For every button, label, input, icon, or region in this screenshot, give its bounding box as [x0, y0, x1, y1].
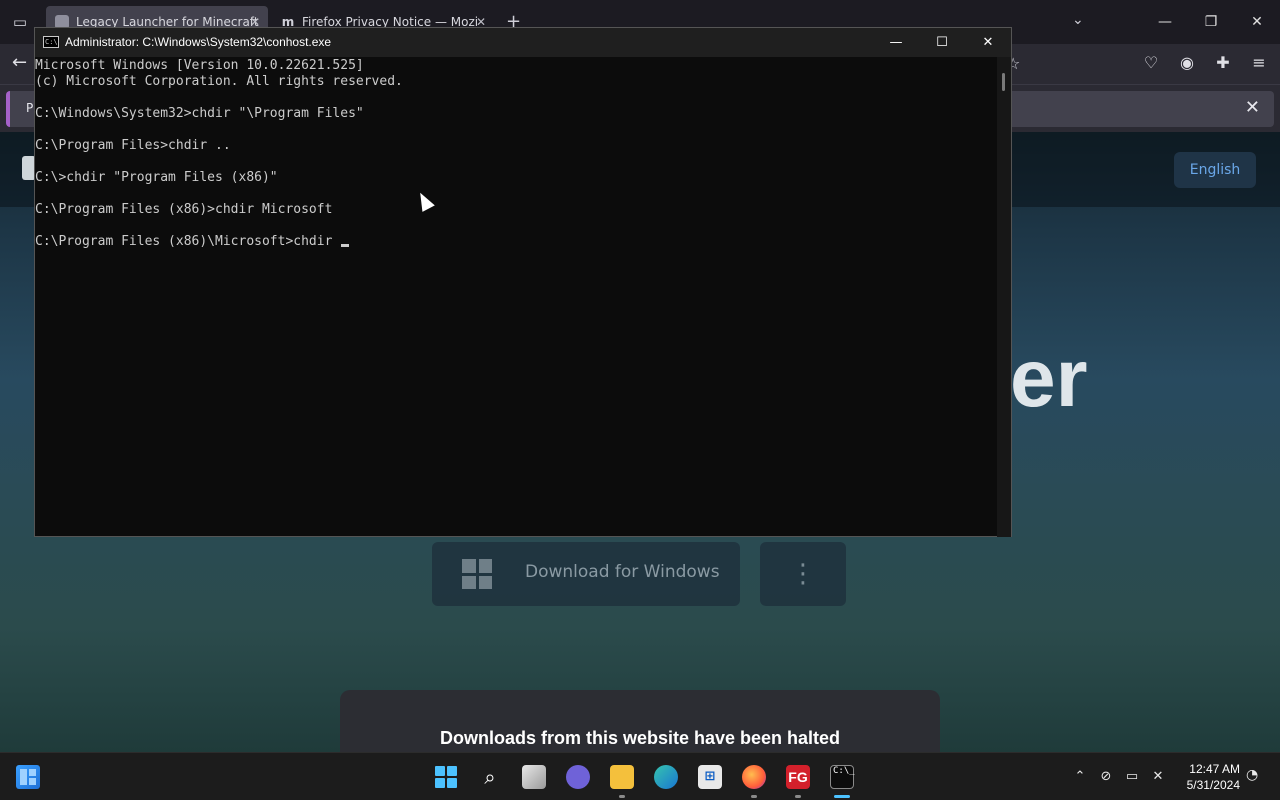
console-prompt-line[interactable]: C:\Program Files (x86)\Microsoft>chdir — [35, 234, 997, 250]
console-prompt: C:\Program Files (x86)\Microsoft>chdir — [35, 234, 341, 249]
windows-logo-icon — [462, 559, 492, 589]
store-icon: ⊞ — [698, 765, 722, 789]
console-line: C:\Program Files>chdir .. — [35, 138, 231, 153]
running-indicator — [619, 795, 625, 798]
language-button[interactable]: English — [1174, 152, 1256, 188]
console-line: C:\>chdir "Program Files (x86)" — [35, 170, 278, 185]
system-tray: ⌃ ⊘ ▭ ✕ — [1072, 767, 1166, 787]
restore-icon[interactable]: ❐ — [1188, 0, 1234, 44]
console-line: C:\Windows\System32>chdir "\Program File… — [35, 106, 364, 121]
console-output[interactable]: Microsoft Windows [Version 10.0.22621.52… — [35, 57, 997, 537]
close-icon[interactable]: ✕ — [965, 28, 1011, 57]
minimize-icon[interactable]: — — [873, 28, 919, 57]
fg-button[interactable]: FG — [776, 753, 820, 800]
display-icon[interactable]: ▭ — [1124, 767, 1140, 787]
hero-title-fragment: er — [1010, 333, 1088, 424]
console-line: C:\Program Files (x86)>chdir Microsoft — [35, 202, 333, 217]
firefox-window-controls: — ❐ ✕ — [1142, 0, 1280, 44]
running-indicator — [795, 795, 801, 798]
notification-close-icon[interactable]: ✕ — [1245, 97, 1260, 118]
file-explorer-button[interactable] — [600, 753, 644, 800]
console-app-icon[interactable]: C:\ — [43, 36, 59, 48]
clock-time: 12:47 AM — [1189, 762, 1240, 776]
windows-start-icon — [434, 765, 458, 789]
console-icon: C:\_ — [830, 765, 855, 789]
taskbar: ⌕ ⊞ FG C:\_ ⌃ ⊘ ▭ ✕ 12:47 AM 5/31/2024 ◔ — [0, 752, 1280, 800]
console-scrollbar[interactable] — [997, 57, 1011, 537]
console-window: C:\ Administrator: C:\Windows\System32\c… — [34, 27, 1012, 537]
minimize-icon[interactable]: — — [1142, 0, 1188, 44]
menu-icon[interactable]: ≡ — [1250, 54, 1268, 72]
console-title: Administrator: C:\Windows\System32\conho… — [65, 35, 332, 49]
download-windows-button[interactable]: Download for Windows — [432, 542, 740, 606]
edge-button[interactable] — [644, 753, 688, 800]
notification-bell-icon[interactable]: ◔ — [1246, 767, 1258, 783]
running-indicator — [751, 795, 757, 798]
more-options-button[interactable]: ⋮ — [760, 542, 846, 606]
edge-icon — [654, 765, 678, 789]
clock[interactable]: 12:47 AM 5/31/2024 — [1180, 761, 1240, 793]
extensions-icon[interactable]: ✚ — [1214, 54, 1232, 72]
active-indicator — [834, 795, 850, 798]
start-button[interactable] — [424, 753, 468, 800]
account-icon[interactable]: ◉ — [1178, 54, 1196, 72]
task-view-icon — [522, 765, 546, 789]
chat-button[interactable] — [556, 753, 600, 800]
back-arrow-icon[interactable]: ← — [12, 52, 27, 73]
maximize-icon[interactable]: ☐ — [919, 28, 965, 57]
console-button[interactable]: C:\_ — [820, 753, 864, 800]
console-title-bar[interactable]: C:\ Administrator: C:\Windows\System32\c… — [35, 28, 1011, 57]
console-line: Microsoft Windows [Version 10.0.22621.52… — [35, 58, 364, 73]
console-window-controls: — ☐ ✕ — [873, 28, 1011, 57]
clock-date: 5/31/2024 — [1186, 778, 1240, 792]
fg-app-icon: FG — [786, 765, 810, 789]
halt-message: Downloads from this website have been ha… — [439, 728, 841, 748]
search-button[interactable]: ⌕ — [468, 753, 512, 800]
console-line: (c) Microsoft Corporation. All rights re… — [35, 74, 403, 89]
network-off-icon[interactable]: ⊘ — [1098, 767, 1114, 787]
task-view-button[interactable] — [512, 753, 556, 800]
halt-notice-box: Downloads from this website have been ha… — [340, 690, 940, 752]
folder-icon — [610, 765, 634, 789]
scrollbar-thumb[interactable] — [1002, 73, 1005, 91]
search-icon: ⌕ — [484, 765, 496, 789]
text-cursor — [341, 244, 350, 247]
firefox-button[interactable] — [732, 753, 776, 800]
download-label: Download for Windows — [525, 562, 720, 582]
taskbar-apps: ⌕ ⊞ FG C:\_ — [424, 753, 864, 800]
store-button[interactable]: ⊞ — [688, 753, 732, 800]
volume-muted-icon[interactable]: ✕ — [1150, 767, 1166, 787]
toolbar-icons: ♡ ◉ ✚ ≡ — [1142, 54, 1268, 72]
firefox-icon — [742, 765, 766, 789]
pocket-icon[interactable]: ♡ — [1142, 54, 1160, 72]
chevron-up-icon[interactable]: ⌃ — [1072, 767, 1088, 787]
widgets-icon[interactable] — [16, 765, 40, 789]
close-icon[interactable]: ✕ — [1234, 0, 1280, 44]
chat-icon — [566, 765, 590, 789]
firefox-view-icon[interactable]: ▭ — [10, 12, 30, 32]
list-all-tabs-icon[interactable]: ⌄ — [1072, 12, 1084, 28]
